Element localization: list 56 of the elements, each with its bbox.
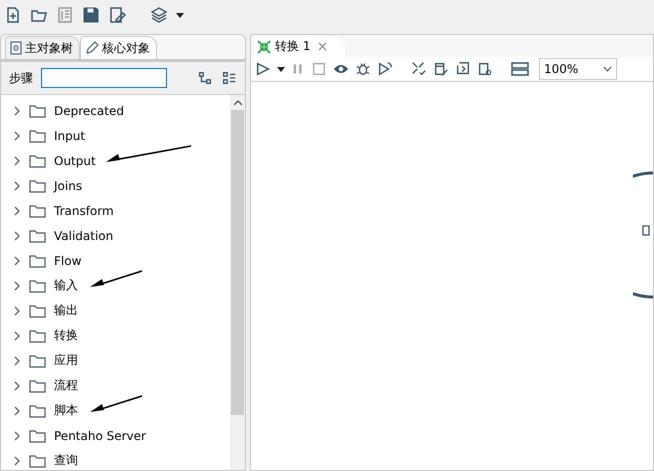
tree-item[interactable]: Deprecated (1, 98, 230, 123)
database-search-icon[interactable] (477, 60, 493, 78)
tree-item[interactable]: 应用 (1, 348, 230, 373)
tree-item[interactable]: 输出 (1, 298, 230, 323)
folder-icon (29, 204, 46, 218)
database-edit-icon[interactable] (433, 60, 449, 78)
tree-item[interactable]: 流程 (1, 373, 230, 398)
folder-icon (29, 454, 46, 468)
folder-icon (29, 104, 46, 118)
folder-icon (29, 378, 46, 392)
editor-tab[interactable]: 转换 1 (255, 36, 346, 57)
search-field[interactable] (41, 68, 167, 88)
collapse-tree-icon[interactable] (197, 69, 213, 87)
check-impact-icon[interactable] (411, 60, 427, 78)
folder-icon (29, 278, 46, 292)
panel-tab[interactable]: 核心对象 (80, 36, 157, 59)
tree-item[interactable]: Pentaho Server (1, 423, 230, 448)
run-icon[interactable] (255, 60, 271, 78)
folder-icon (29, 304, 46, 318)
steps-label: 步骤 (9, 70, 33, 86)
folder-icon (29, 428, 46, 442)
search-document-icon (10, 41, 22, 55)
tree-item[interactable]: 转换 (1, 323, 230, 348)
tree-item[interactable]: 输入 (1, 273, 230, 298)
expand-list-icon[interactable] (221, 69, 237, 87)
tree-item[interactable]: Flow (1, 248, 230, 273)
transform-icon (257, 40, 271, 54)
tree-item[interactable]: Validation (1, 223, 230, 248)
dropdown-caret-icon[interactable] (176, 12, 184, 18)
close-icon[interactable] (318, 42, 328, 51)
tree-item[interactable]: Transform (1, 198, 230, 223)
folder-icon (29, 228, 46, 242)
grid-layout-icon[interactable] (511, 60, 529, 78)
panel-tab[interactable]: 主对象树 (5, 36, 80, 59)
save-icon[interactable] (82, 6, 100, 24)
folder-icon (29, 128, 46, 142)
zoom-dropdown[interactable]: 100% (539, 58, 617, 80)
folder-icon (29, 354, 46, 368)
folder-icon (29, 328, 46, 342)
dropdown-caret-icon[interactable] (277, 66, 285, 72)
layers-icon[interactable] (150, 6, 168, 24)
folder-icon (29, 254, 46, 268)
folder-icon (29, 404, 46, 418)
chevron-down-icon (603, 66, 612, 72)
tree-item[interactable]: Joins (1, 173, 230, 198)
pencil-icon (85, 41, 99, 55)
folder-icon (29, 178, 46, 192)
replay-icon[interactable] (377, 60, 393, 78)
tree-item[interactable]: Output (1, 148, 230, 173)
scrollbar-thumb[interactable] (231, 110, 244, 415)
tree-item[interactable]: 查询 (1, 448, 230, 471)
edit-file-icon[interactable] (108, 6, 126, 24)
tree-item[interactable]: Input (1, 123, 230, 148)
scroll-up-icon (234, 100, 242, 106)
folder-icon (29, 154, 46, 168)
tree-item[interactable]: 脚本 (1, 398, 230, 423)
